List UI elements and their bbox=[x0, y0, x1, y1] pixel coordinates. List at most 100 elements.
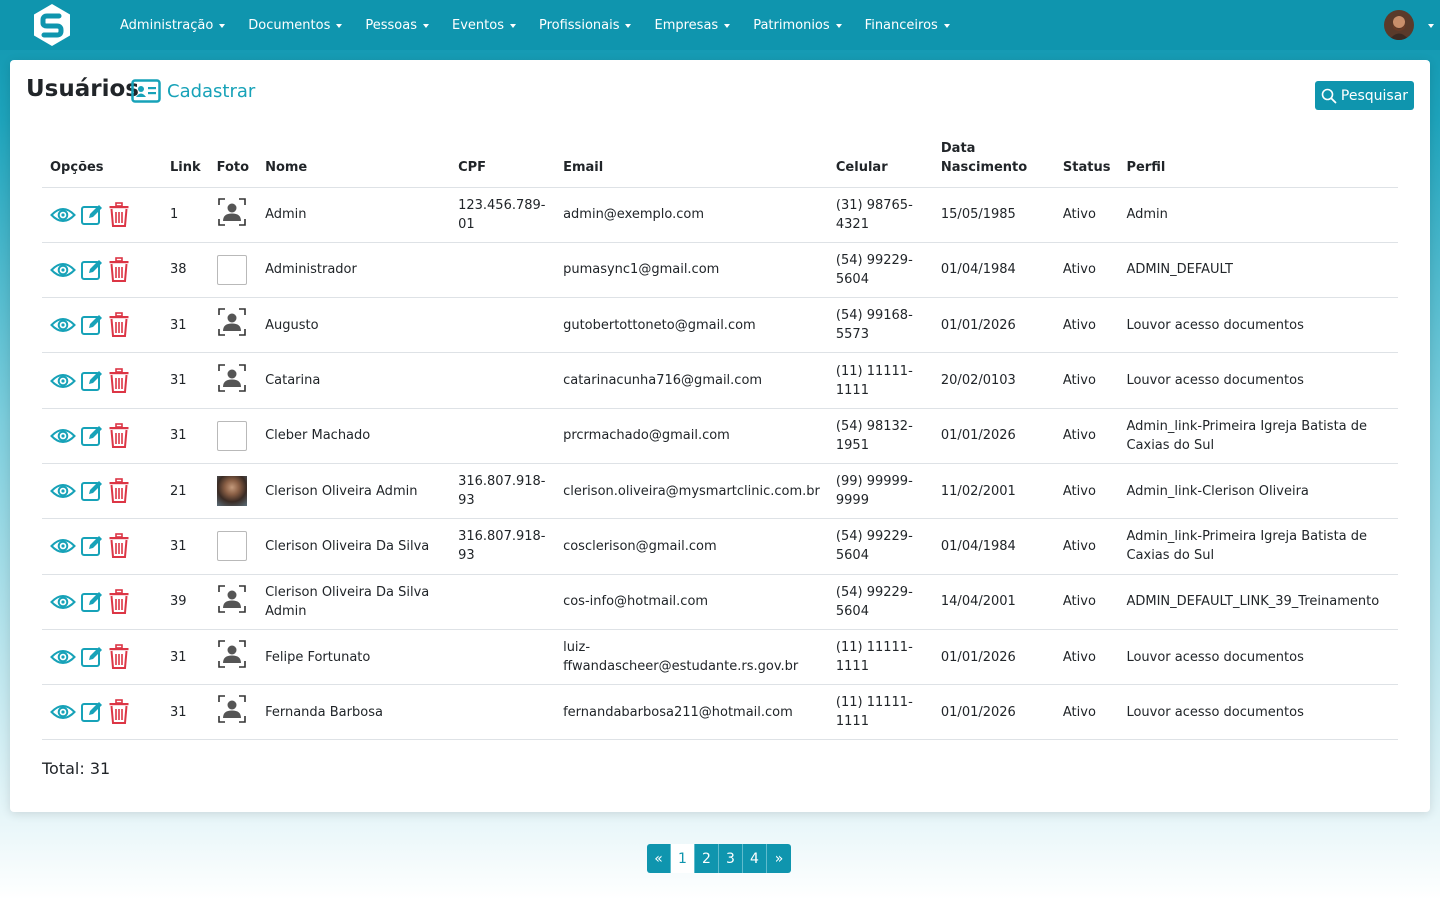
view-icon[interactable] bbox=[50, 314, 76, 336]
cell-phone: (11) 11111-1111 bbox=[827, 684, 933, 741]
edit-icon[interactable] bbox=[80, 700, 104, 724]
total-count: Total: 31 bbox=[42, 759, 111, 778]
cell-cpf: 316.807.918-93 bbox=[450, 463, 556, 520]
col-header-email[interactable]: Email bbox=[555, 136, 828, 188]
user-photo bbox=[216, 476, 247, 507]
nav-pessoas[interactable]: Pessoas bbox=[365, 18, 429, 33]
col-header-profile[interactable]: Perfil bbox=[1118, 136, 1398, 188]
col-header-phone[interactable]: Celular bbox=[827, 136, 933, 188]
view-icon[interactable] bbox=[50, 259, 76, 281]
cell-phone: (99) 99999-9999 bbox=[827, 463, 933, 520]
delete-icon[interactable] bbox=[108, 367, 130, 394]
nav-financeiros[interactable]: Financeiros bbox=[865, 18, 950, 33]
user-placeholder-icon bbox=[217, 584, 246, 619]
view-icon[interactable] bbox=[50, 591, 76, 613]
view-icon[interactable] bbox=[50, 701, 76, 723]
view-icon[interactable] bbox=[50, 646, 76, 668]
edit-icon[interactable] bbox=[80, 534, 104, 558]
pagination-prev[interactable]: « bbox=[647, 844, 671, 873]
cell-name: Administrador bbox=[257, 242, 451, 299]
table-row: 31 Cleber Machado prcrmachado@gmail.com (54… bbox=[42, 408, 1398, 464]
cell-cpf bbox=[450, 408, 556, 464]
view-icon[interactable] bbox=[50, 480, 76, 502]
cell-birth: 01/01/2026 bbox=[932, 684, 1055, 741]
user-placeholder-icon bbox=[217, 363, 246, 398]
col-header-status[interactable]: Status bbox=[1054, 136, 1119, 188]
app-logo[interactable] bbox=[30, 3, 74, 47]
delete-icon[interactable] bbox=[108, 478, 130, 504]
col-header-options: Opções bbox=[42, 136, 162, 188]
cell-phone: (54) 98132-1951 bbox=[827, 408, 933, 464]
view-icon[interactable] bbox=[50, 370, 76, 392]
col-header-photo: Foto bbox=[208, 136, 258, 188]
col-header-birth[interactable]: Data Nascimento bbox=[932, 136, 1055, 188]
search-button[interactable]: Pesquisar bbox=[1315, 81, 1414, 110]
edit-icon[interactable] bbox=[80, 645, 104, 669]
nav-eventos[interactable]: Eventos bbox=[452, 18, 516, 33]
nav-patrimonios[interactable]: Patrimonios bbox=[753, 18, 842, 33]
delete-icon[interactable] bbox=[108, 423, 130, 449]
cell-cpf bbox=[450, 574, 556, 630]
delete-icon[interactable] bbox=[108, 588, 130, 615]
cell-name: Clerison Oliveira Admin bbox=[257, 463, 451, 520]
pagination-page-4[interactable]: 4 bbox=[743, 844, 767, 873]
nav-documentos[interactable]: Documentos bbox=[248, 18, 343, 33]
delete-icon[interactable] bbox=[108, 257, 130, 283]
row-options bbox=[42, 242, 162, 299]
edit-icon[interactable] bbox=[80, 258, 104, 282]
pagination-page-2[interactable]: 2 bbox=[695, 844, 719, 873]
view-icon[interactable] bbox=[50, 204, 76, 226]
user-menu-caret-icon[interactable] bbox=[1428, 24, 1434, 28]
cell-phone: (54) 99168-5573 bbox=[827, 297, 933, 354]
user-avatar[interactable] bbox=[1384, 10, 1414, 40]
caret-down-icon bbox=[625, 23, 632, 28]
cell-status: Ativo bbox=[1054, 629, 1119, 686]
view-icon[interactable] bbox=[50, 535, 76, 557]
cell-name: Cleber Machado bbox=[257, 408, 451, 464]
pagination-page-1[interactable]: 1 bbox=[671, 844, 695, 873]
row-options bbox=[42, 408, 162, 464]
cell-status: Ativo bbox=[1054, 408, 1119, 464]
register-button[interactable]: Cadastrar bbox=[131, 79, 255, 103]
cell-phone: (11) 11111-1111 bbox=[827, 629, 933, 686]
row-options bbox=[42, 297, 162, 354]
pagination-page-3[interactable]: 3 bbox=[719, 844, 743, 873]
edit-icon[interactable] bbox=[80, 590, 104, 614]
cell-email: fernandabarbosa211@hotmail.com bbox=[555, 684, 828, 741]
nav-empresas[interactable]: Empresas bbox=[654, 18, 731, 33]
cell-link: 31 bbox=[162, 629, 209, 686]
edit-icon[interactable] bbox=[80, 369, 104, 393]
delete-icon[interactable] bbox=[108, 533, 130, 559]
cell-profile: Admin_link-Primeira Igreja Batista de Ca… bbox=[1118, 518, 1398, 575]
delete-icon[interactable] bbox=[108, 312, 130, 338]
cell-status: Ativo bbox=[1054, 574, 1119, 630]
edit-icon[interactable] bbox=[80, 424, 104, 448]
delete-icon[interactable] bbox=[108, 699, 130, 725]
row-options bbox=[42, 684, 162, 741]
delete-icon[interactable] bbox=[108, 644, 130, 670]
pagination-next[interactable]: » bbox=[767, 844, 791, 873]
col-header-name[interactable]: Nome bbox=[257, 136, 451, 188]
cell-link: 1 bbox=[162, 187, 209, 243]
edit-icon[interactable] bbox=[80, 313, 104, 337]
nav-profissionais[interactable]: Profissionais bbox=[539, 18, 632, 33]
table-header-row: Opções Link Foto Nome CPF Email Celular … bbox=[42, 136, 1398, 188]
nav-administracao[interactable]: Administração bbox=[120, 18, 226, 33]
users-table: Opções Link Foto Nome CPF Email Celular … bbox=[42, 136, 1398, 741]
cell-cpf: 123.456.789-01 bbox=[450, 187, 556, 243]
cell-profile: Louvor acesso documentos bbox=[1118, 352, 1398, 409]
edit-icon[interactable] bbox=[80, 203, 104, 227]
edit-icon[interactable] bbox=[80, 479, 104, 503]
caret-down-icon bbox=[336, 23, 343, 28]
view-icon[interactable] bbox=[50, 425, 76, 447]
row-options bbox=[42, 629, 162, 686]
broken-photo-image bbox=[216, 254, 247, 285]
cell-name: Clerison Oliveira Da Silva bbox=[257, 518, 451, 575]
cell-link: 31 bbox=[162, 518, 209, 575]
row-options bbox=[42, 352, 162, 409]
cell-photo bbox=[208, 242, 258, 299]
row-options bbox=[42, 574, 162, 630]
cell-photo bbox=[208, 684, 258, 741]
delete-icon[interactable] bbox=[108, 201, 130, 228]
col-header-cpf[interactable]: CPF bbox=[450, 136, 556, 188]
